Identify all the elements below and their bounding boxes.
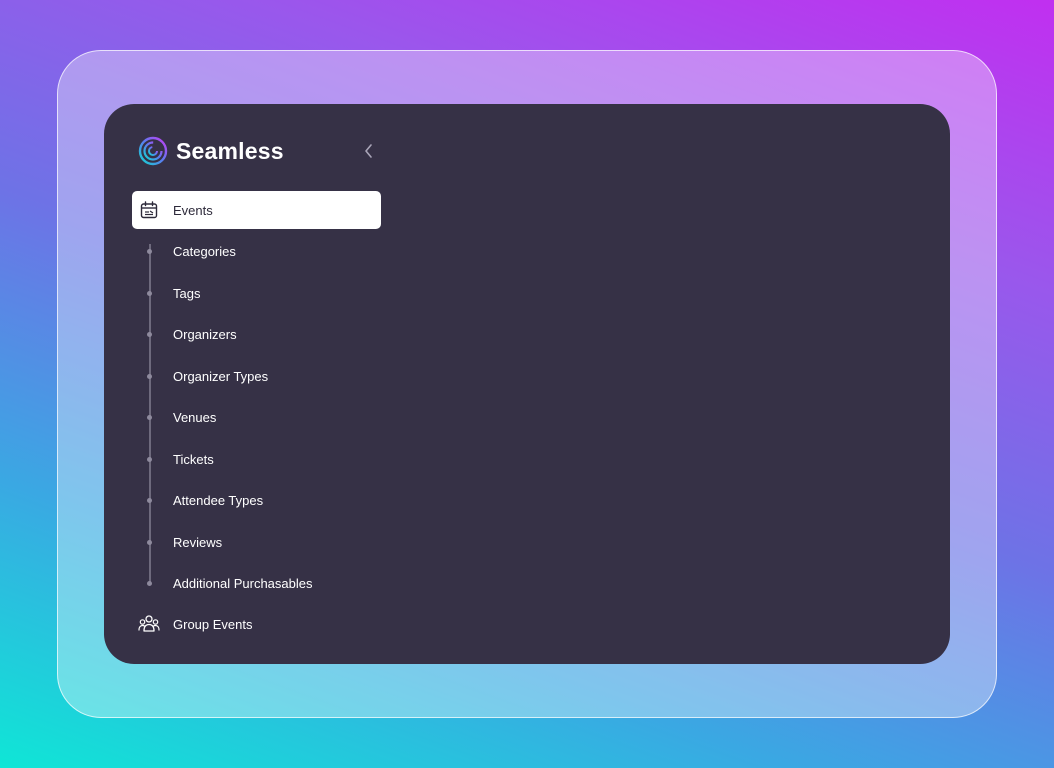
brand-name: Seamless [176,137,284,164]
tree-node-dot [147,248,152,254]
tree-node-dot [147,497,152,503]
sidebar-subitem-tags[interactable]: Tags [140,278,380,308]
collapse-sidebar-button[interactable] [358,140,380,162]
tree-node-dot [147,456,152,462]
tree-node-dot [147,580,152,586]
tree-node-dot [147,290,152,296]
sidebar-subitem-reviews[interactable]: Reviews [140,527,380,557]
sidebar-item-events[interactable]: Events [132,191,381,229]
sidebar-subitem-label: Attendee Types [173,492,264,508]
group-icon [138,615,160,632]
sidebar-subitem-label: Additional Purchasables [173,575,313,591]
sidebar-subitem-organizers[interactable]: Organizers [140,319,380,349]
brand: Seamless [138,136,284,166]
calendar-icon [140,201,158,219]
sidebar-subitem-categories[interactable]: Categories [140,236,380,266]
sidebar-item-label: Events [173,202,213,218]
sidebar-subitem-additional-purchasables[interactable]: Additional Purchasables [140,568,380,598]
sidebar-subitem-label: Organizers [173,326,237,342]
sidebar-subitem-label: Organizer Types [173,368,269,384]
sidebar-subitem-label: Venues [173,409,217,425]
sidebar-subitem-label: Tickets [173,451,214,467]
sidebar-panel: Seamless Events Categories Tags Organize… [104,104,950,664]
tree-node-dot [147,414,152,420]
sidebar-subitem-label: Categories [173,243,236,259]
tree-node-dot [147,331,152,337]
sidebar-subitem-organizer-types[interactable]: Organizer Types [140,361,380,391]
sidebar-subitem-tickets[interactable]: Tickets [140,444,380,474]
sidebar-subitem-label: Reviews [173,534,223,550]
sidebar-item-group-events[interactable]: Group Events [132,609,381,639]
sidebar-subitem-venues[interactable]: Venues [140,402,380,432]
tree-node-dot [147,539,152,545]
seamless-logo-icon [138,136,168,166]
sidebar-item-label: Group Events [173,616,253,632]
sidebar-subitem-attendee-types[interactable]: Attendee Types [140,485,380,515]
tree-node-dot [147,373,152,379]
sidebar-subitem-label: Tags [173,285,201,301]
chevron-left-icon [365,144,372,158]
